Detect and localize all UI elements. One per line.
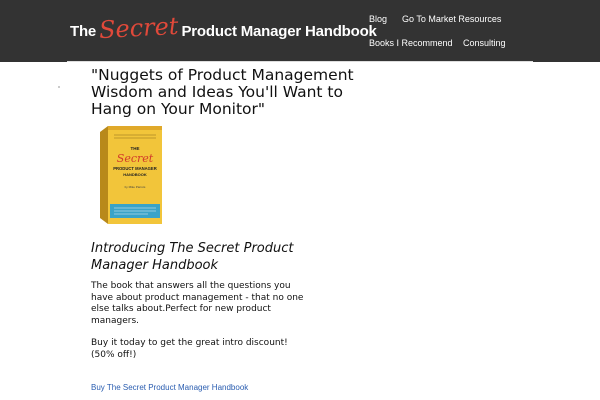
decorative-dot xyxy=(58,86,60,88)
content-divider xyxy=(67,61,533,62)
nav-go-to-market-resources[interactable]: Go To Market Resources xyxy=(402,14,501,24)
book-intro-heading: Introducing The Secret Product Manager H… xyxy=(91,241,294,273)
book-top-band xyxy=(108,126,162,130)
site-logo[interactable]: The Secret Product Manager Handbook xyxy=(70,11,377,46)
book-title-the: THE xyxy=(131,146,140,151)
site-header: The Secret Product Manager Handbook Blog… xyxy=(0,0,600,62)
page-headline: "Nuggets of Product Management Wisdom an… xyxy=(91,66,354,118)
nav-blog[interactable]: Blog xyxy=(369,14,387,24)
book-cover-image[interactable]: THE Secret PRODUCT MANAGER HANDBOOK by M… xyxy=(100,126,162,224)
book-author: by Mike Parrots xyxy=(125,185,146,189)
book-title-secret: Secret xyxy=(117,152,154,165)
nav-books-i-recommend[interactable]: Books I Recommend xyxy=(369,38,453,48)
logo-text-the: The xyxy=(70,23,97,40)
promo-text: Buy it today to get the great intro disc… xyxy=(91,338,288,360)
logo-text-secret: Secret xyxy=(98,11,180,45)
book-title-handbook: HANDBOOK xyxy=(123,172,147,177)
buy-book-link[interactable]: Buy The Secret Product Manager Handbook xyxy=(91,383,248,392)
nav-consulting[interactable]: Consulting xyxy=(463,38,506,48)
book-spine xyxy=(100,126,108,224)
book-title-product-manager: PRODUCT MANAGER xyxy=(113,166,157,171)
logo-text-title: Product Manager Handbook xyxy=(181,23,377,40)
book-description: The book that answers all the questions … xyxy=(91,281,304,326)
